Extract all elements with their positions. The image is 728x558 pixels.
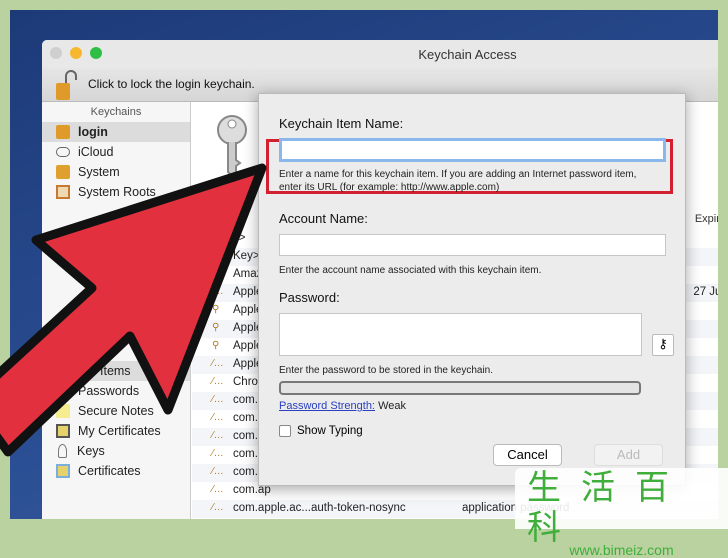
item-name-label: Keychain Item Name:	[279, 116, 404, 131]
pencil-icon: ⁄…	[212, 394, 224, 405]
key-icon	[58, 444, 67, 458]
password-strength-link[interactable]: Password Strength:	[279, 400, 375, 412]
password-assistant-button[interactable]: ⚷	[652, 334, 674, 356]
sidebar-item-label: iCloud	[78, 145, 114, 159]
item-name-hint: Enter a name for this keychain item. If …	[279, 169, 637, 193]
pencil-icon	[56, 384, 70, 398]
sidebar-item-label: Keys	[77, 444, 105, 458]
key-icon	[217, 115, 247, 178]
pencil-icon: ⁄…	[212, 502, 224, 513]
lock-message[interactable]: Click to lock the login keychain.	[88, 77, 255, 91]
watermark: 生活百科 www.bimeiz.com	[515, 468, 728, 558]
category-header: gory	[135, 345, 157, 357]
sidebar-item-my-certificates[interactable]: My Certificates	[42, 421, 190, 441]
password-hint: Enter the password to be stored in the k…	[279, 365, 494, 376]
sidebar: Keychains login iCloud System System Roo…	[42, 102, 191, 519]
new-password-item-dialog: Keychain Item Name: Enter a name for thi…	[258, 93, 686, 486]
sidebar-item-label: Certificates	[78, 464, 141, 478]
sidebar-item-label: System	[78, 165, 120, 179]
show-typing-checkbox[interactable]	[279, 425, 291, 437]
add-button[interactable]: Add	[594, 444, 663, 466]
pencil-icon: ⁄…	[212, 286, 224, 297]
pencil-icon: ⁄…	[212, 376, 224, 387]
item-name: com.apple.ac...auth-token-nosync	[233, 502, 406, 514]
password-strength-value: Weak	[378, 400, 406, 412]
sidebar-item-label: Passwords	[78, 384, 140, 398]
lock-open-icon	[56, 125, 70, 139]
note-icon	[56, 404, 70, 418]
item-name: Key>	[233, 250, 260, 262]
certificate-icon	[56, 424, 70, 438]
sidebar-item-system-roots[interactable]: System Roots	[42, 182, 190, 202]
sidebar-item-label: login	[78, 125, 108, 139]
password-strength: Password Strength: Weak	[279, 400, 659, 413]
sidebar-item-label: Secure Notes	[78, 404, 154, 418]
show-typing-label: Show Typing	[297, 425, 363, 437]
sidebar-item-certificates[interactable]: Certificates	[42, 461, 190, 481]
window-title: Keychain Access	[418, 47, 517, 62]
sidebar-item-system[interactable]: System	[42, 162, 190, 182]
sidebar-item-passwords[interactable]: Passwords	[42, 381, 190, 401]
keychains-header: Keychains	[90, 106, 142, 118]
key-icon: ⚲	[212, 322, 220, 333]
pencil-icon: ⁄…	[212, 358, 224, 369]
sidebar-item-login[interactable]: login	[42, 122, 190, 142]
key-icon: ⚷	[658, 336, 668, 351]
certificate-icon	[56, 464, 70, 478]
item-name-input[interactable]	[279, 138, 666, 162]
pencil-icon: ⁄…	[212, 232, 224, 243]
account-name-hint: Enter the account name associated with t…	[279, 265, 542, 276]
show-typing-row[interactable]: Show Typing	[279, 425, 363, 437]
cabinet-icon	[56, 185, 70, 199]
password-input[interactable]	[279, 313, 642, 356]
title-bar: Keychain Access	[42, 40, 718, 68]
sidebar-item-all-items[interactable]: Items	[42, 361, 190, 381]
key-icon: ⚲	[212, 304, 220, 315]
pencil-icon: ⁄…	[212, 412, 224, 423]
sidebar-item-label: Items	[100, 364, 131, 378]
password-strength-bar	[279, 381, 641, 395]
password-label: Password:	[279, 290, 340, 305]
pencil-icon: ⁄…	[212, 430, 224, 441]
sidebar-item-label: System Roots	[78, 185, 156, 199]
pencil-icon: ⁄…	[212, 448, 224, 459]
item-name: y>	[233, 232, 246, 244]
pencil-icon: ⁄…	[212, 466, 224, 477]
key-icon: ⚲	[212, 340, 220, 351]
sidebar-item-secure-notes[interactable]: Secure Notes	[42, 401, 190, 421]
lock-icon	[56, 165, 70, 179]
column-header-expires[interactable]: Expire	[695, 213, 718, 225]
cancel-button[interactable]: Cancel	[493, 444, 562, 466]
sidebar-item-keys[interactable]: Keys	[42, 441, 190, 461]
cloud-icon	[56, 147, 70, 157]
lock-open-icon[interactable]	[54, 68, 80, 102]
account-name-label: Account Name:	[279, 211, 368, 226]
pencil-icon: ⁄…	[212, 268, 224, 279]
sidebar-item-label: My Certificates	[78, 424, 161, 438]
pencil-icon: ⁄…	[212, 250, 224, 261]
sidebar-item-icloud[interactable]: iCloud	[42, 142, 190, 162]
pencil-icon: ⁄…	[212, 484, 224, 495]
account-name-input[interactable]	[279, 234, 666, 256]
item-expires: 27 Jul	[693, 286, 718, 298]
